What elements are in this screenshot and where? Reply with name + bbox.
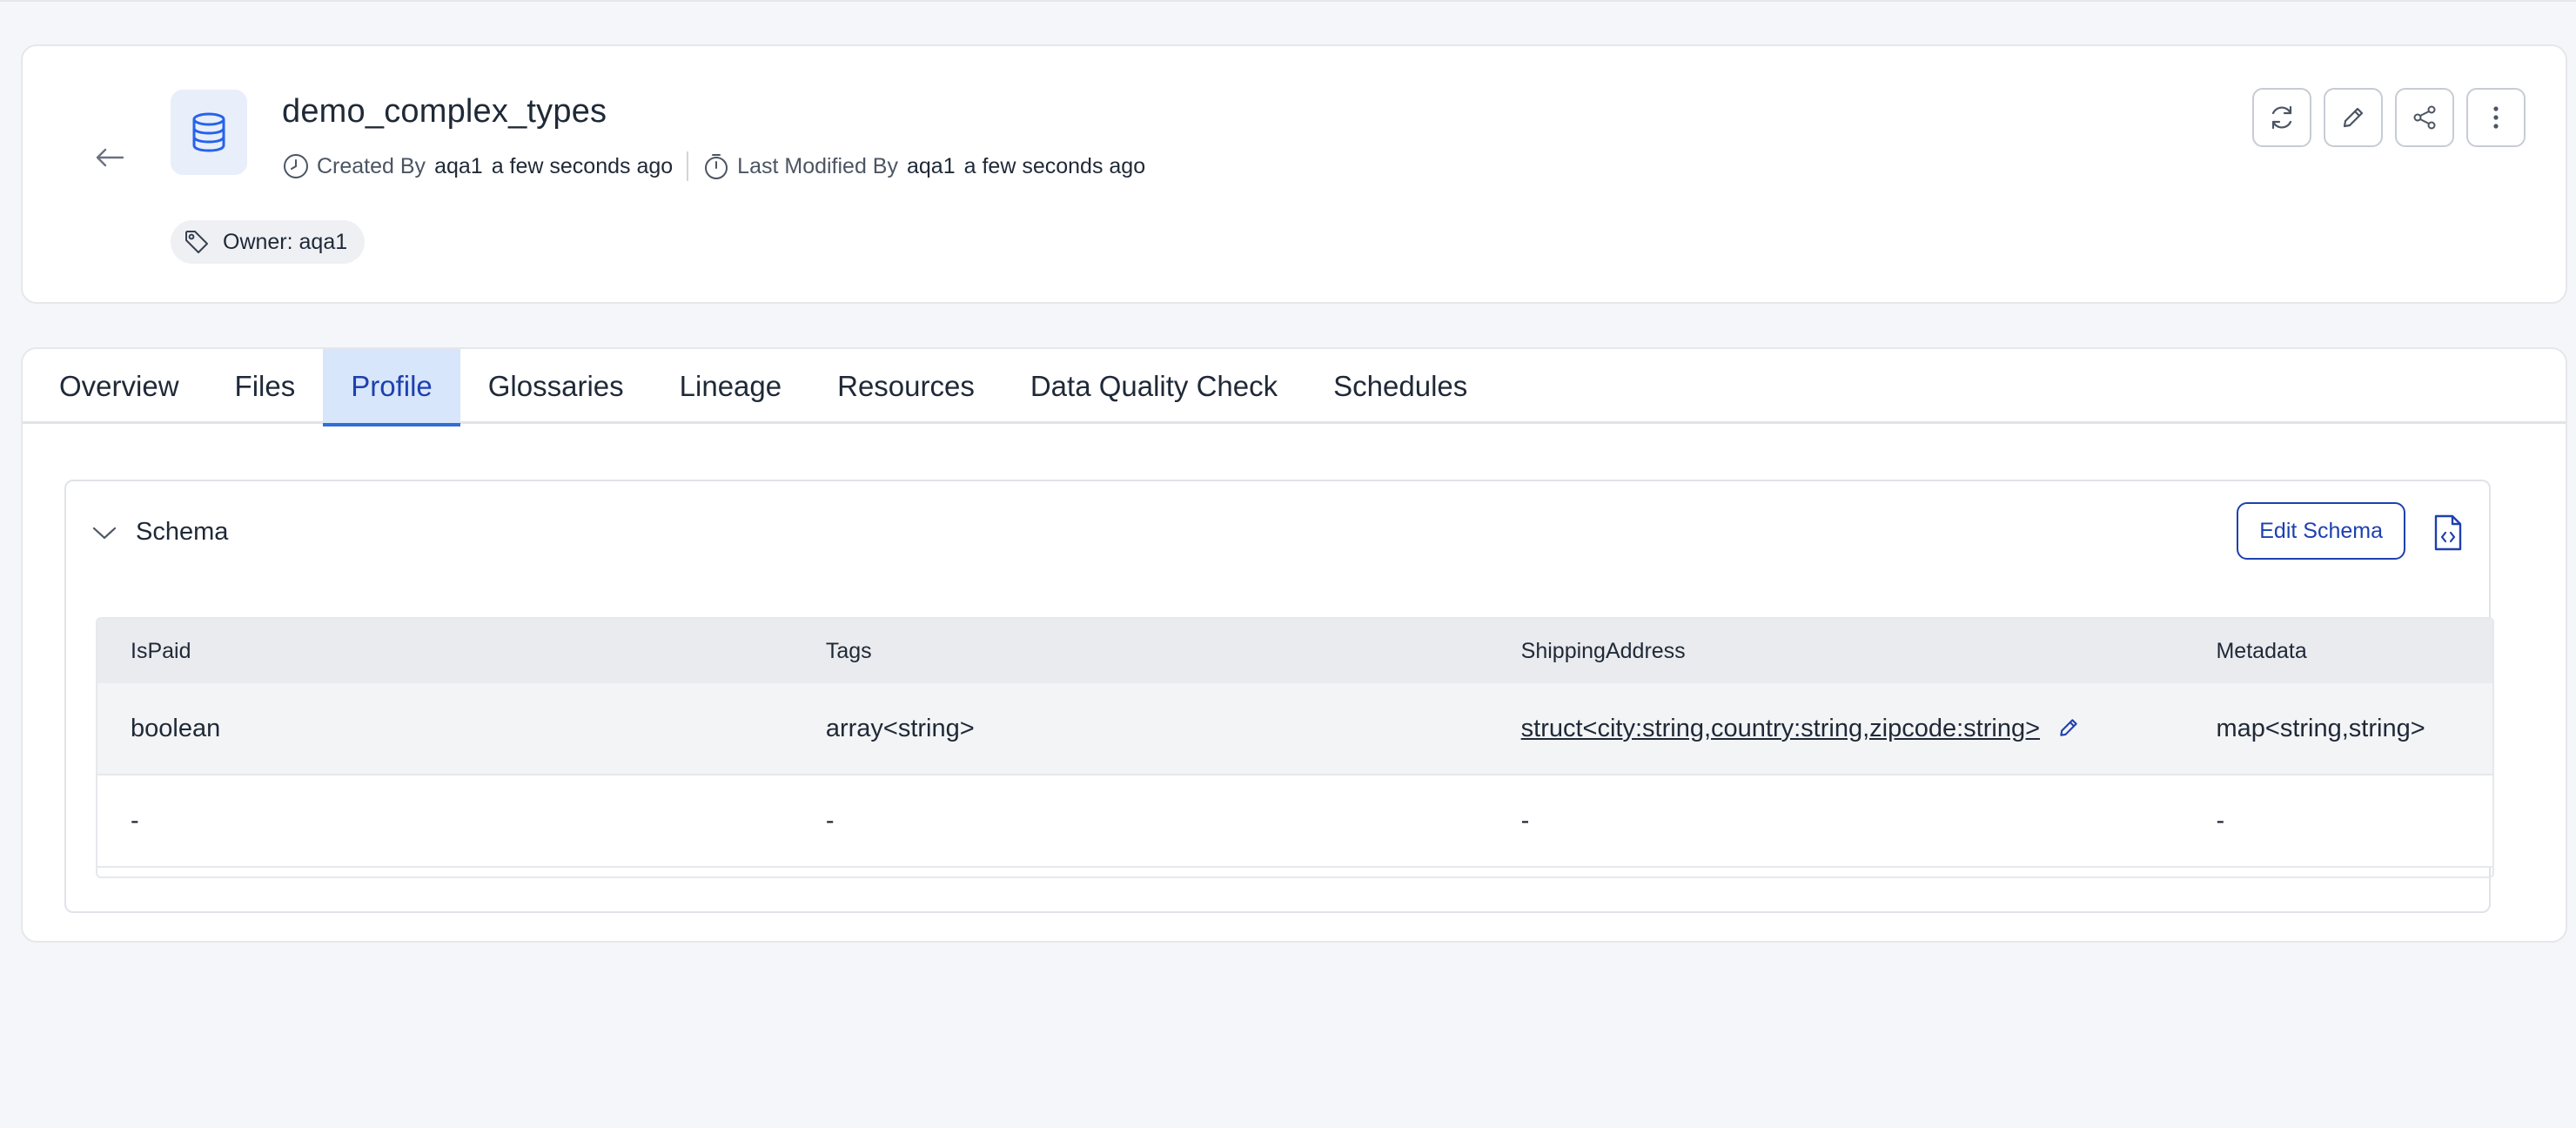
refresh-button[interactable]: [2252, 88, 2311, 147]
schema-title: Schema: [136, 518, 229, 546]
database-icon: [171, 90, 247, 175]
table-row: boolean array<string> struct<city:string…: [97, 683, 2492, 776]
table-cell: array<string>: [825, 714, 975, 742]
tab-data-quality-check[interactable]: Data Quality Check: [1003, 349, 1305, 424]
table-header-row: IsPaid Tags ShippingAddress Metadata: [97, 619, 2492, 683]
top-divider: [0, 0, 2576, 2]
schema-header: Schema Edit Schema: [66, 481, 2489, 582]
table-row: - - - -: [97, 776, 2492, 868]
modified-by-user: aqa1: [907, 153, 956, 178]
created-time: a few seconds ago: [491, 153, 674, 178]
more-vertical-icon: [2493, 106, 2499, 129]
clock-icon: [282, 152, 310, 180]
column-header: Tags: [825, 638, 872, 663]
created-by-user: aqa1: [434, 153, 483, 178]
timer-icon: [702, 152, 730, 180]
tab-files[interactable]: Files: [207, 349, 324, 424]
header-actions: [2252, 88, 2526, 147]
table-cell-shipping-address: struct<city:string,country:string,zipcod…: [1488, 715, 2184, 743]
entity-tabs: Overview Files Profile Glossaries Lineag…: [23, 349, 2566, 426]
tab-glossaries[interactable]: Glossaries: [460, 349, 652, 424]
table-cell: -: [1520, 806, 1530, 835]
table-cell: -: [2216, 806, 2225, 835]
refresh-icon: [2271, 105, 2292, 130]
tab-overview[interactable]: Overview: [31, 349, 207, 424]
owner-tag[interactable]: Owner: aqa1: [171, 220, 366, 264]
table-cell: map<string,string>: [2216, 714, 2425, 742]
column-header: IsPaid: [131, 638, 191, 663]
chevron-down-icon: [92, 527, 117, 540]
table-cell: -: [131, 806, 139, 835]
share-icon: [2413, 105, 2436, 130]
back-button[interactable]: [85, 133, 134, 182]
struct-type-link[interactable]: struct<city:string,country:string,zipcod…: [1521, 715, 2040, 743]
modified-time: a few seconds ago: [963, 153, 1146, 178]
tab-resources[interactable]: Resources: [809, 349, 1003, 424]
entity-title: demo_complex_types: [282, 93, 607, 130]
pencil-icon: [2060, 719, 2077, 736]
column-header: ShippingAddress: [1520, 638, 1686, 663]
edit-type-button[interactable]: [2057, 716, 2082, 741]
created-by-label: Created By: [317, 153, 426, 178]
modified-by-label: Last Modified By: [737, 153, 898, 178]
collapse-toggle[interactable]: [87, 516, 122, 551]
tab-lineage[interactable]: Lineage: [652, 349, 809, 424]
table-cell: boolean: [131, 714, 221, 742]
code-file-icon: [2434, 514, 2462, 551]
entity-meta: Created By aqa1 a few seconds ago Last M…: [282, 149, 1145, 184]
arrow-left-icon: [96, 148, 124, 167]
tab-profile[interactable]: Profile: [323, 349, 460, 426]
meta-separator: [687, 151, 689, 181]
share-button[interactable]: [2395, 88, 2454, 147]
owner-label: Owner: aqa1: [223, 229, 348, 254]
edit-schema-button[interactable]: Edit Schema: [2237, 502, 2405, 560]
tab-schedules[interactable]: Schedules: [1305, 349, 1495, 424]
view-schema-code-button[interactable]: [2426, 509, 2470, 556]
edit-icon: [2343, 107, 2364, 128]
column-header: Metadata: [2216, 638, 2307, 663]
schema-table: IsPaid Tags ShippingAddress Metadata boo…: [96, 617, 2494, 878]
table-cell: -: [825, 806, 835, 835]
schema-panel: Schema Edit Schema IsPaid Tags ShippingA…: [64, 480, 2494, 913]
more-button[interactable]: [2466, 88, 2526, 147]
entity-header-card: demo_complex_types Created By aqa1 a few…: [21, 44, 2567, 304]
entity-content-card: Overview Files Profile Glossaries Lineag…: [21, 347, 2567, 943]
edit-button[interactable]: [2324, 88, 2383, 147]
tag-icon: [183, 228, 211, 256]
